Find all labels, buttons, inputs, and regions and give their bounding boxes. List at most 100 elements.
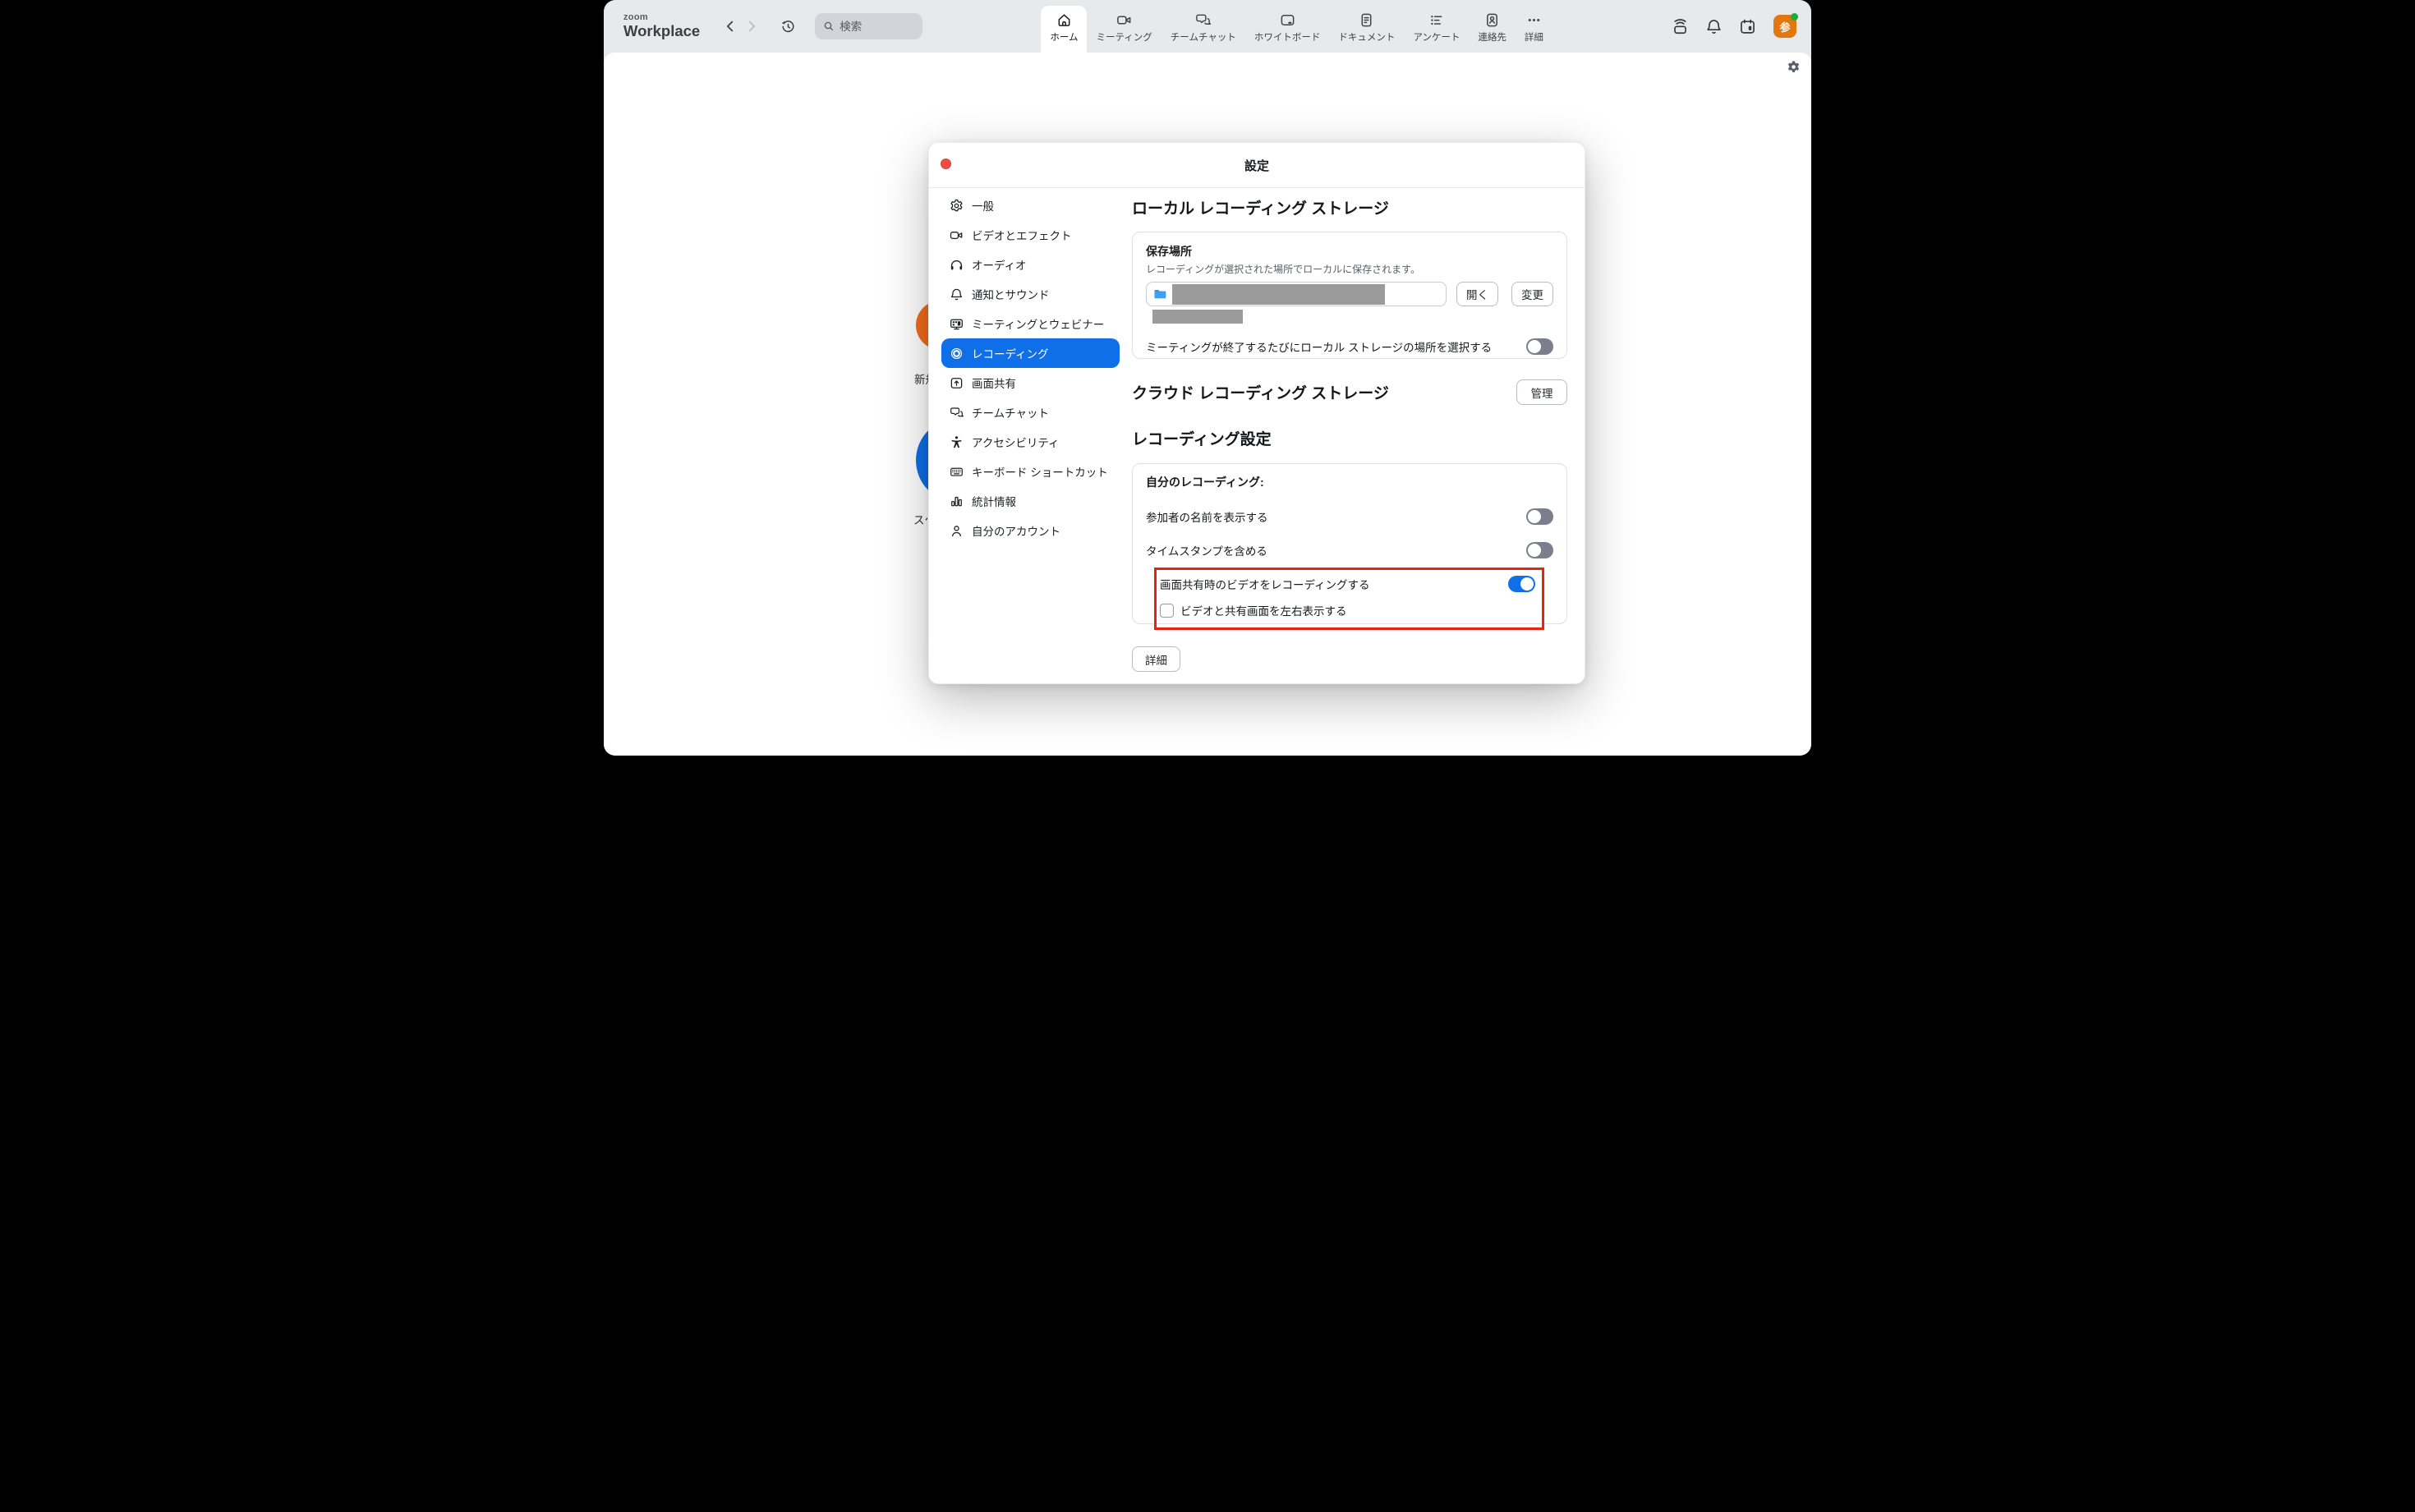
home-icon <box>1056 12 1072 28</box>
advanced-button[interactable]: 詳細 <box>1132 646 1180 672</box>
tab-label: 連絡先 <box>1478 30 1506 44</box>
sidebar-item-label: 一般 <box>972 197 994 214</box>
calendar-icon <box>1739 18 1756 35</box>
tab-contacts[interactable]: 連絡先 <box>1469 6 1516 53</box>
forward-button[interactable] <box>741 14 762 39</box>
sidebar-item-recording[interactable]: レコーディング <box>941 338 1120 368</box>
tab-team-chat[interactable]: チームチャット <box>1162 6 1245 53</box>
sidebar-item-label: 統計情報 <box>972 493 1016 509</box>
sidebar-item-my-account[interactable]: 自分のアカウント <box>941 516 1120 545</box>
record-video-during-share-toggle[interactable] <box>1508 576 1535 592</box>
sidebar-item-label: 通知とサウンド <box>972 286 1050 302</box>
sidebar-item-label: アクセシビリティ <box>972 434 1060 450</box>
chevron-right-icon <box>744 19 759 34</box>
home-content-area: 新規ミーティング スケジュール 設定 一般 ビデオとエフェクト <box>604 53 1811 756</box>
recording-path-field[interactable] <box>1146 282 1447 306</box>
tab-home[interactable]: ホーム <box>1041 6 1087 53</box>
side-by-side-checkbox[interactable] <box>1160 604 1174 618</box>
cloud-recording-storage-heading: クラウド レコーディング ストレージ <box>1132 381 1389 403</box>
redacted-recording-path <box>1172 284 1385 305</box>
presence-dot <box>1791 13 1798 21</box>
sidebar-item-accessibility[interactable]: アクセシビリティ <box>941 427 1120 457</box>
whiteboard-icon <box>1280 12 1295 28</box>
connect-device-button[interactable] <box>1671 16 1690 36</box>
bell-icon <box>950 287 964 301</box>
close-button[interactable] <box>941 159 951 169</box>
home-settings-button[interactable] <box>1786 60 1801 75</box>
stats-bars-icon <box>950 494 964 508</box>
record-icon <box>950 347 964 361</box>
video-camera-icon <box>950 228 964 242</box>
gear-icon <box>950 199 964 213</box>
settings-dialog: 設定 一般 ビデオとエフェクト オーディオ <box>928 142 1585 684</box>
tab-label: ミーティング <box>1096 30 1152 44</box>
my-recordings-label: 自分のレコーディング: <box>1146 474 1553 490</box>
accessibility-icon <box>950 435 964 449</box>
search-box[interactable] <box>815 13 922 39</box>
dialog-title-bar: 設定 <box>929 143 1585 188</box>
tab-whiteboard[interactable]: ホワイトボード <box>1245 6 1330 53</box>
change-button[interactable]: 変更 <box>1511 282 1553 306</box>
gear-icon <box>1787 60 1801 74</box>
tab-docs[interactable]: ドキュメント <box>1329 6 1404 53</box>
survey-icon <box>1428 12 1444 28</box>
settings-sidebar: 一般 ビデオとエフェクト オーディオ 通知とサウンド <box>929 188 1132 684</box>
sidebar-item-meetings-webinars[interactable]: ミーティングとウェビナー <box>941 309 1120 338</box>
sidebar-item-label: オーディオ <box>972 256 1027 273</box>
sidebar-item-video-effects[interactable]: ビデオとエフェクト <box>941 220 1120 250</box>
save-location-description: レコーディングが選択された場所でローカルに保存されます。 <box>1146 262 1553 276</box>
device-cast-icon <box>1672 18 1689 35</box>
sidebar-item-team-chat[interactable]: チームチャット <box>941 398 1120 427</box>
include-timestamp-toggle[interactable] <box>1526 542 1553 558</box>
dialog-title: 設定 <box>1244 157 1269 174</box>
avatar-initial: 参 <box>1779 19 1790 34</box>
back-button[interactable] <box>720 14 741 39</box>
headphones-icon <box>950 258 964 272</box>
sidebar-item-general[interactable]: 一般 <box>941 191 1120 220</box>
tab-meetings[interactable]: ミーティング <box>1087 6 1161 53</box>
sidebar-item-label: キーボード ショートカット <box>972 463 1108 480</box>
toggle-knob <box>1528 544 1541 557</box>
choose-location-toggle[interactable] <box>1526 338 1553 355</box>
toggle-knob <box>1520 577 1534 591</box>
calendar-button[interactable] <box>1738 16 1758 36</box>
sidebar-item-audio[interactable]: オーディオ <box>941 250 1120 279</box>
zoom-workplace-logo: zoom Workplace <box>623 13 700 39</box>
keyboard-icon <box>950 465 964 479</box>
logo-zoom: zoom <box>623 13 700 22</box>
avatar[interactable]: 参 <box>1773 15 1796 38</box>
sidebar-item-statistics[interactable]: 統計情報 <box>941 486 1120 516</box>
tab-label: ホーム <box>1050 30 1078 44</box>
show-participant-names-label: 参加者の名前を表示する <box>1146 508 1268 525</box>
toggle-knob <box>1528 510 1541 523</box>
logo-workplace: Workplace <box>623 24 700 39</box>
meeting-screen-icon <box>950 317 964 331</box>
show-participant-names-toggle[interactable] <box>1526 508 1553 525</box>
open-button[interactable]: 開く <box>1456 282 1498 306</box>
recording-settings-card: 自分のレコーディング: 参加者の名前を表示する タイムスタンプを含める 画面共有… <box>1132 463 1567 624</box>
save-location-label: 保存場所 <box>1146 243 1553 260</box>
chat-bubbles-icon <box>1195 12 1211 28</box>
manage-button[interactable]: 管理 <box>1516 379 1567 405</box>
search-icon <box>823 21 835 32</box>
schedule-label: スケジュール <box>913 511 927 527</box>
highlight-annotation-box: 画面共有時のビデオをレコーディングする ビデオと共有画面を左右表示する <box>1154 568 1544 630</box>
toggle-knob <box>1528 340 1541 353</box>
tab-label: アンケート <box>1413 30 1460 44</box>
side-by-side-label: ビデオと共有画面を左右表示する <box>1180 602 1347 618</box>
sidebar-item-screen-share[interactable]: 画面共有 <box>941 368 1120 398</box>
search-input[interactable] <box>840 21 914 33</box>
tab-surveys[interactable]: アンケート <box>1404 6 1469 53</box>
tab-label: 詳細 <box>1525 30 1543 44</box>
app-window: zoom Workplace ホーム ミーティング <box>604 0 1811 756</box>
tab-label: ドキュメント <box>1338 30 1395 44</box>
notifications-button[interactable] <box>1704 16 1724 36</box>
sidebar-item-label: レコーディング <box>972 345 1049 361</box>
sidebar-item-keyboard-shortcuts[interactable]: キーボード ショートカット <box>941 457 1120 486</box>
sidebar-item-notifications-sound[interactable]: 通知とサウンド <box>941 279 1120 309</box>
top-bar: zoom Workplace ホーム ミーティング <box>604 0 1811 53</box>
history-button[interactable] <box>777 14 798 39</box>
history-icon <box>780 19 796 34</box>
tab-more[interactable]: 詳細 <box>1516 6 1552 53</box>
sidebar-item-label: チームチャット <box>972 404 1049 421</box>
